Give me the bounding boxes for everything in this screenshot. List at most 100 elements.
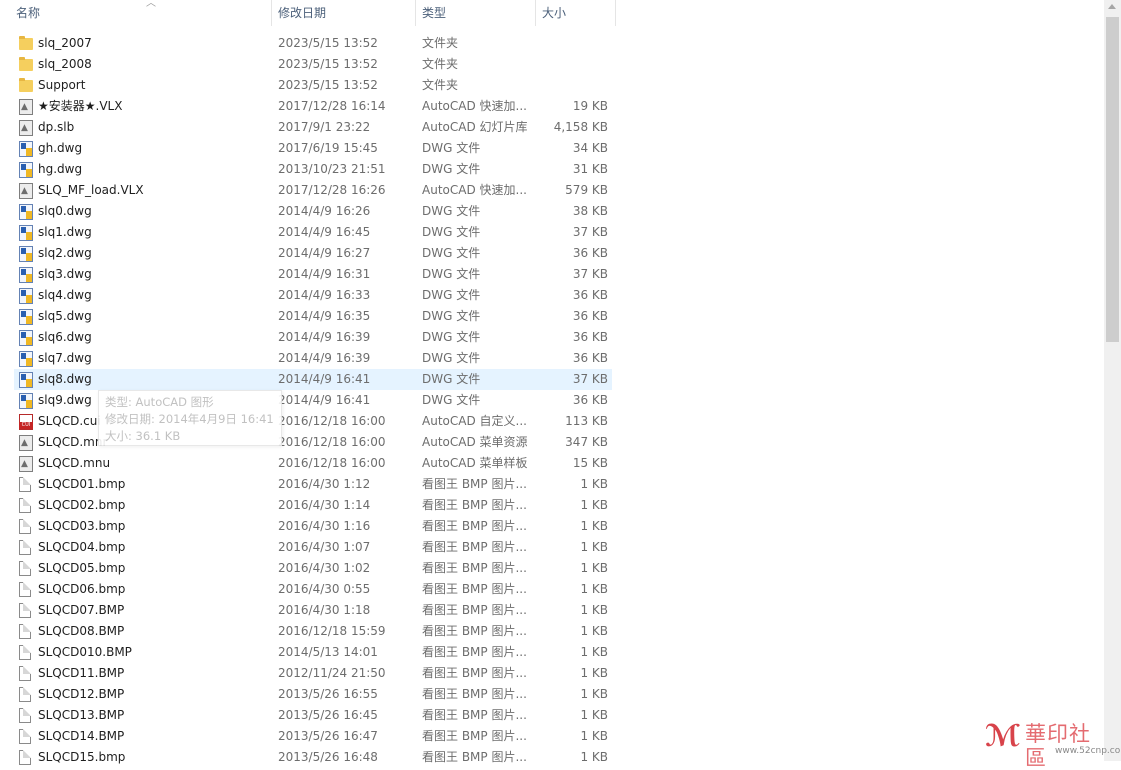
file-row[interactable]: slq6.dwg 2014/4/9 16:39 DWG 文件 36 KB	[14, 327, 612, 348]
file-row[interactable]: slq2.dwg 2014/4/9 16:27 DWG 文件 36 KB	[14, 243, 612, 264]
cui-file-icon	[19, 414, 33, 430]
file-row[interactable]: SLQCD01.bmp 2016/4/30 1:12 看图王 BMP 图片... 1 …	[14, 474, 612, 495]
file-date: 2016/12/18 16:00	[278, 435, 386, 449]
generic-file-icon	[19, 645, 31, 660]
file-name: slq2.dwg	[38, 246, 92, 260]
file-type: AutoCAD 菜单样板	[422, 456, 528, 470]
file-name: slq5.dwg	[38, 309, 92, 323]
folder-row[interactable]: slq_2008 2023/5/15 13:52 文件夹	[14, 54, 612, 75]
file-name: SLQCD04.bmp	[38, 540, 126, 554]
file-row[interactable]: SLQCD03.bmp 2016/4/30 1:16 看图王 BMP 图片... 1 …	[14, 516, 612, 537]
file-row[interactable]: SLQCD05.bmp 2016/4/30 1:02 看图王 BMP 图片... 1 …	[14, 558, 612, 579]
file-row[interactable]: SLQCD12.BMP 2013/5/26 16:55 看图王 BMP 图片... 1…	[14, 684, 612, 705]
file-size: 38 KB	[572, 204, 608, 218]
dwg-file-icon	[19, 225, 33, 241]
file-size	[534, 75, 608, 96]
file-type: 看图王 BMP 图片...	[422, 624, 527, 638]
file-row[interactable]: SLQCD13.BMP 2013/5/26 16:45 看图王 BMP 图片... 1…	[14, 705, 612, 726]
file-row[interactable]: hg.dwg 2013/10/23 21:51 DWG 文件 31 KB	[14, 159, 612, 180]
file-size: 36 KB	[572, 330, 608, 344]
file-date: 2016/4/30 1:18	[278, 603, 371, 617]
file-date: 2017/6/19 15:45	[278, 141, 378, 155]
column-header-type[interactable]: 类型	[416, 0, 536, 26]
generic-file-icon	[19, 582, 31, 597]
tooltip-date: 修改日期: 2014年4月9日 16:41	[105, 412, 274, 426]
file-row[interactable]: SLQ_MF_load.VLX 2017/12/28 16:26 AutoCAD 快…	[14, 180, 612, 201]
file-type: DWG 文件	[422, 204, 481, 218]
file-size: 36 KB	[572, 351, 608, 365]
generic-file-icon	[19, 624, 31, 639]
file-type: 看图王 BMP 图片...	[422, 750, 527, 764]
file-row[interactable]: SLQCD07.BMP 2016/4/30 1:18 看图王 BMP 图片... 1 …	[14, 600, 612, 621]
file-name: SLQCD07.BMP	[38, 603, 125, 617]
file-row[interactable]: SLQCD14.BMP 2013/5/26 16:47 看图王 BMP 图片... 1…	[14, 726, 612, 747]
file-row[interactable]: gh.dwg 2017/6/19 15:45 DWG 文件 34 KB	[14, 138, 612, 159]
file-row[interactable]: SLQCD04.bmp 2016/4/30 1:07 看图王 BMP 图片... 1 …	[14, 537, 612, 558]
file-size	[534, 54, 608, 75]
file-type: 文件夹	[422, 78, 459, 92]
file-type: 看图王 BMP 图片...	[422, 477, 527, 491]
column-header-type-label: 类型	[422, 6, 447, 20]
file-row[interactable]: slq0.dwg 2014/4/9 16:26 DWG 文件 38 KB	[14, 201, 612, 222]
file-row[interactable]: SLQCD15.bmp 2013/5/26 16:48 看图王 BMP 图片... 1…	[14, 747, 612, 768]
file-row[interactable]: dp.slb 2017/9/1 23:22 AutoCAD 幻灯片库 4,158 KB	[14, 117, 612, 138]
file-type: 看图王 BMP 图片...	[422, 687, 527, 701]
vertical-scrollbar[interactable]	[1104, 0, 1121, 761]
file-name: SLQCD02.bmp	[38, 498, 126, 512]
file-date: 2014/4/9 16:45	[278, 225, 371, 239]
generic-file-icon	[19, 540, 31, 555]
scroll-thumb[interactable]	[1106, 17, 1119, 342]
file-date: 2014/4/9 16:41	[278, 393, 371, 407]
file-row[interactable]: SLQCD08.BMP 2016/12/18 15:59 看图王 BMP 图片...…	[14, 621, 612, 642]
file-size: 19 KB	[572, 99, 608, 113]
column-header-name[interactable]: 名称 ︿	[10, 0, 272, 26]
file-row[interactable]: SLQCD06.bmp 2016/4/30 0:55 看图王 BMP 图片... 1 …	[14, 579, 612, 600]
file-type: 文件夹	[422, 57, 459, 71]
dwg-file-icon	[19, 393, 33, 409]
file-date: 2014/4/9 16:27	[278, 246, 371, 260]
column-header-date[interactable]: 修改日期	[272, 0, 416, 26]
sort-ascending-icon: ︿	[146, 0, 156, 9]
column-header-name-label: 名称	[16, 6, 41, 20]
scroll-up-arrow-icon[interactable]	[1108, 4, 1116, 9]
file-type: 看图王 BMP 图片...	[422, 540, 527, 554]
generic-file-icon	[19, 477, 31, 492]
file-row[interactable]: slq8.dwg 2014/4/9 16:41 DWG 文件 37 KB	[14, 369, 612, 390]
file-row[interactable]: SLQCD010.BMP 2014/5/13 14:01 看图王 BMP 图片...…	[14, 642, 612, 663]
column-header-size[interactable]: 大小	[536, 0, 616, 26]
file-row[interactable]: SLQCD02.bmp 2016/4/30 1:14 看图王 BMP 图片... 1 …	[14, 495, 612, 516]
file-row[interactable]: slq5.dwg 2014/4/9 16:35 DWG 文件 36 KB	[14, 306, 612, 327]
file-name: slq4.dwg	[38, 288, 92, 302]
file-name: slq7.dwg	[38, 351, 92, 365]
file-type: DWG 文件	[422, 330, 481, 344]
file-row[interactable]: ★安装器★.VLX 2017/12/28 16:14 AutoCAD 快速加... 1…	[14, 96, 612, 117]
file-row[interactable]: slq4.dwg 2014/4/9 16:33 DWG 文件 36 KB	[14, 285, 612, 306]
folder-row[interactable]: slq_2007 2023/5/15 13:52 文件夹	[14, 33, 612, 54]
file-date: 2016/4/30 0:55	[278, 582, 371, 596]
file-size: 36 KB	[572, 309, 608, 323]
file-row[interactable]: slq3.dwg 2014/4/9 16:31 DWG 文件 37 KB	[14, 264, 612, 285]
file-size: 1 KB	[580, 477, 608, 491]
file-row[interactable]: SLQCD11.BMP 2012/11/24 21:50 看图王 BMP 图片...…	[14, 663, 612, 684]
tooltip-type: 类型: AutoCAD 图形	[105, 395, 214, 409]
autocad-file-icon	[19, 99, 33, 115]
file-type: DWG 文件	[422, 141, 481, 155]
folder-icon	[19, 57, 33, 71]
file-date: 2013/5/26 16:55	[278, 687, 378, 701]
file-name: SLQCD06.bmp	[38, 582, 126, 596]
file-date: 2013/5/26 16:48	[278, 750, 378, 764]
file-size: 36 KB	[572, 393, 608, 407]
file-name: gh.dwg	[38, 141, 83, 155]
file-date: 2012/11/24 21:50	[278, 666, 386, 680]
file-row[interactable]: slq1.dwg 2014/4/9 16:45 DWG 文件 37 KB	[14, 222, 612, 243]
file-row[interactable]: SLQCD.mnu 2016/12/18 16:00 AutoCAD 菜单样板 15 …	[14, 453, 612, 474]
file-type: AutoCAD 菜单资源	[422, 435, 528, 449]
watermark-url: www.52cnp.com	[1055, 746, 1121, 756]
folder-row[interactable]: Support 2023/5/15 13:52 文件夹	[14, 75, 612, 96]
file-date: 2023/5/15 13:52	[278, 36, 378, 50]
file-type: AutoCAD 快速加...	[422, 99, 527, 113]
file-size: 1 KB	[580, 540, 608, 554]
file-name: hg.dwg	[38, 162, 83, 176]
file-size: 1 KB	[580, 687, 608, 701]
file-row[interactable]: slq7.dwg 2014/4/9 16:39 DWG 文件 36 KB	[14, 348, 612, 369]
